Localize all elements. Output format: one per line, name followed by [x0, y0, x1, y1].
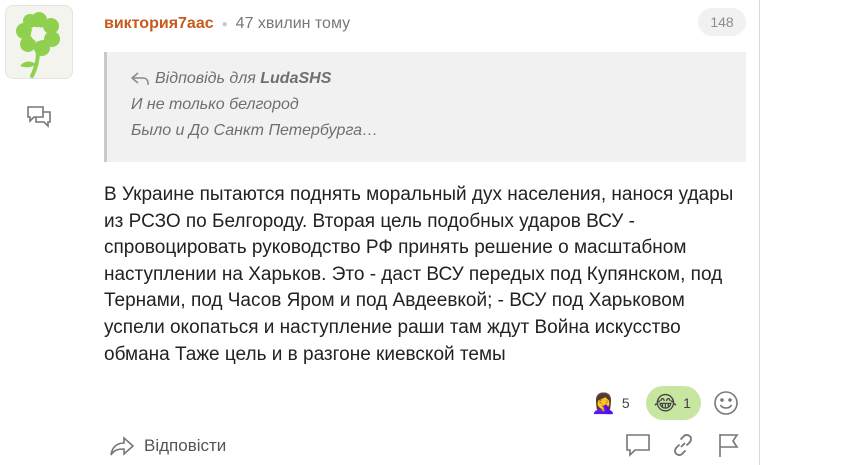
reply-prefix: Відповідь для	[155, 70, 256, 87]
comment-icon[interactable]	[25, 104, 53, 128]
reaction-list: 🤦‍♀️ 5 😂 1	[583, 386, 701, 420]
copy-link-button[interactable]	[670, 432, 696, 458]
facepalm-icon: 🤦‍♀️	[591, 392, 616, 415]
quote-line: И не только белгород	[131, 96, 299, 113]
add-reaction-button[interactable]	[711, 388, 741, 418]
column-divider	[759, 0, 760, 465]
comment-count-badge[interactable]: 148	[698, 8, 746, 36]
reply-author[interactable]: LudaSHS	[260, 66, 331, 92]
flag-icon	[719, 434, 739, 457]
quote-line: Было и До Санкт Петербурга…	[131, 122, 379, 139]
reaction-facepalm[interactable]: 🤦‍♀️ 5	[583, 386, 640, 420]
reaction-count: 1	[683, 395, 691, 411]
reaction-count: 5	[621, 395, 630, 411]
comment-text: В Украине пытаются поднять моральный дух…	[104, 184, 734, 365]
report-button[interactable]	[716, 432, 742, 458]
laughing-icon: 😂	[653, 392, 678, 415]
chat-bubble-button[interactable]	[625, 432, 651, 458]
reply-arrow-icon	[110, 436, 135, 456]
avatar[interactable]	[5, 5, 73, 79]
link-icon	[674, 434, 692, 456]
username[interactable]: виктория7аас	[104, 15, 214, 33]
quoted-reply[interactable]: Відповідь для LudaSHS И не только белгор…	[104, 52, 746, 162]
smiley-add-icon	[714, 391, 738, 415]
flower-avatar-icon	[16, 12, 60, 78]
chat-bubble-icon	[626, 434, 650, 457]
comment-header: виктория7аас ● 47 хвилин тому	[104, 12, 350, 36]
reaction-laugh[interactable]: 😂 1	[645, 386, 701, 420]
timestamp[interactable]: 47 хвилин тому	[236, 15, 350, 33]
separator-dot: ●	[221, 18, 228, 30]
reply-label: Відповісти	[144, 436, 227, 455]
reply-button[interactable]: Відповісти	[110, 432, 226, 460]
reply-arrow-icon	[131, 72, 149, 85]
reply-to-line: Відповідь для LudaSHS	[131, 66, 746, 92]
